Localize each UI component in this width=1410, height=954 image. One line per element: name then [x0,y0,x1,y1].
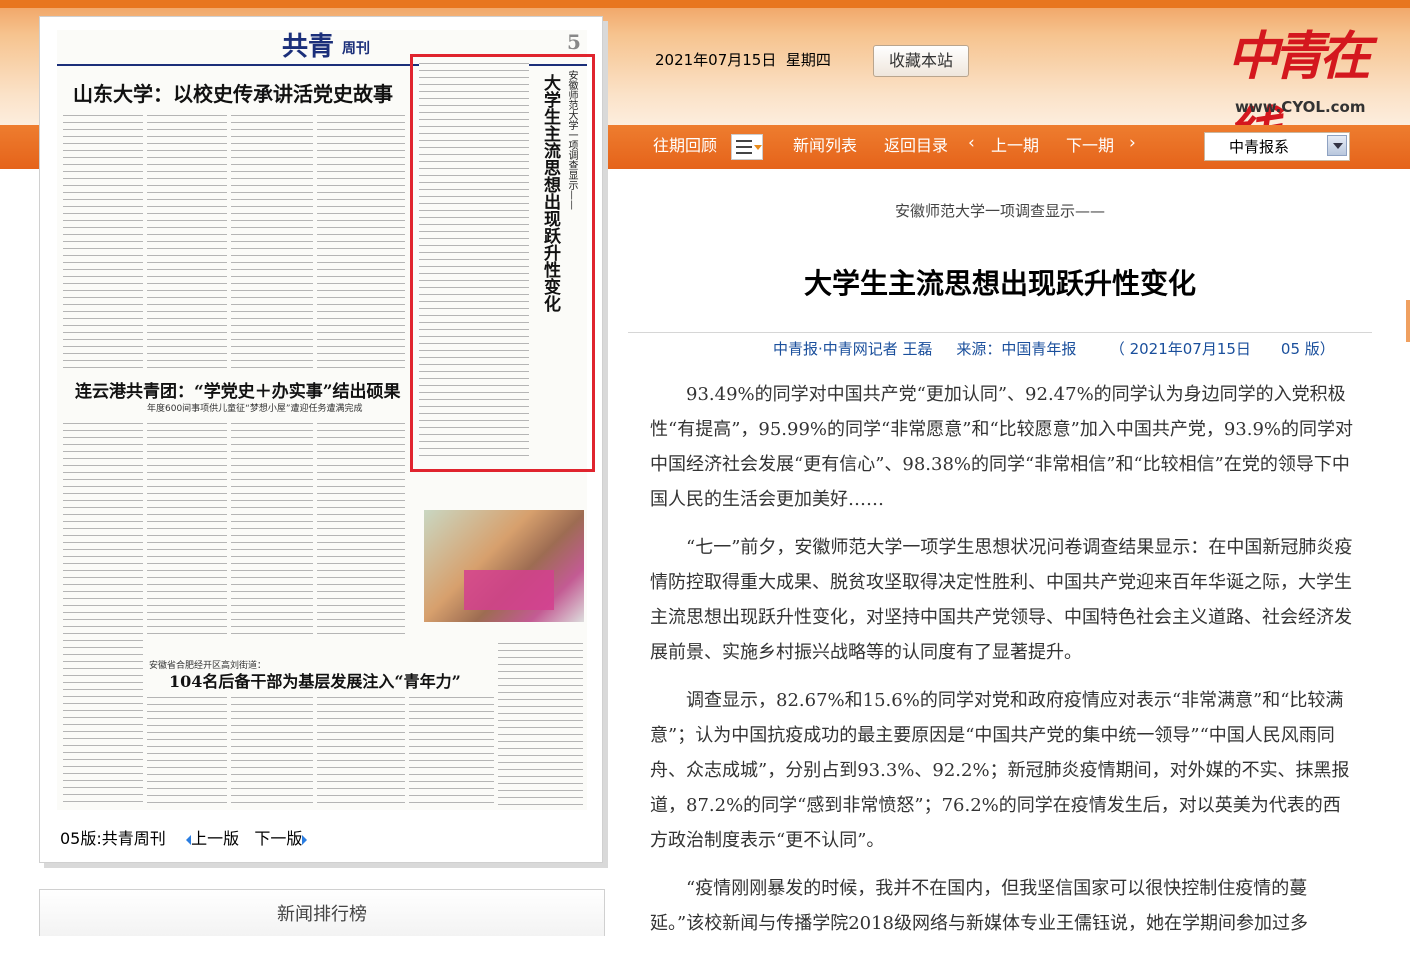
text-column [147,694,227,805]
news-ranking-box: 新闻排行榜 [39,889,605,936]
article-paragraph: 调查显示，82.67%和15.6%的同学对党和政府疫情应对表示“非常满意”和“比… [650,690,1350,851]
list-menu-icon[interactable] [731,134,763,160]
logo-url: www.CYOL.com [1235,98,1366,116]
meta-divider [628,332,1372,333]
text-column [63,112,143,372]
article-title: 大学生主流思想出现跃升性变化 [803,267,1196,300]
text-column [231,112,313,372]
cyol-logo[interactable]: 中青在线 www.CYOL.com [1225,14,1371,162]
text-column [63,420,143,640]
next-page-link[interactable]: 下一版 [254,829,302,848]
selected-article-highlight[interactable] [410,54,595,472]
headline-hefei: 104名后备干部为基层发展注入“青年力” [169,672,461,691]
text-column [498,640,583,805]
prev-page-link[interactable]: 上一版 [191,829,239,848]
text-column [409,694,494,805]
scroll-indicator[interactable] [1406,300,1410,342]
text-column [317,420,405,640]
paper-footer: 05版:共青周刊 上一版 下一版 [60,825,308,849]
article-paragraph: “七一”前夕，安徽师范大学一项学生思想状况问卷调查结果显示：在中国新冠肺炎疫情防… [650,537,1353,663]
article-body: 93.49%的同学对中国共产党“更加认同”、92.47%的同学认为身边同学的入党… [650,377,1355,954]
ranking-title: 新闻排行榜 [277,904,367,925]
news-photo [424,510,584,622]
article-source: 来源：中国青年报 [956,340,1077,358]
masthead: 共青 [282,32,335,62]
text-column [147,420,227,640]
header-top-bar [0,0,1410,8]
article-date-edition: （ 2021年07月15日 05 版） [1109,340,1335,358]
date-text: 2021年07月15日 [655,51,777,69]
nav-next-issue[interactable]: 下一期 [1066,136,1114,156]
date-display: 2021年07月15日 星期四 [655,49,831,70]
headline-lianyungang-sub: 年度600间事项供儿童征“梦想小屋”遭迎任务遭满完成 [147,404,363,414]
chevron-right-icon: › [1129,133,1136,153]
headline-lianyungang: 连云港共青团：“学党史＋办实事”结出硕果 [75,382,401,402]
newspaper-select[interactable]: 中青报系 [1204,132,1350,161]
article-kicker: 安徽师范大学一项调查显示—— [894,202,1105,220]
photo-carpet [464,570,554,610]
headline-shandong: 山东大学：以校史传承讲活党史故事 [73,82,393,106]
nav-past-issues[interactable]: 往期回顾 [653,136,717,156]
text-column [147,112,227,372]
text-column [63,630,143,805]
next-arrow-icon [302,834,308,845]
chevron-down-icon[interactable] [1327,135,1347,156]
article-meta: 中青报·中青网记者 王磊 来源：中国青年报 （ 2021年07月15日 05 版… [773,338,1335,359]
page-number: 5 [567,30,581,54]
text-column [231,420,313,640]
article-paragraph: 93.49%的同学对中国共产党“更加认同”、92.47%的同学认为身边同学的入党… [650,384,1354,510]
edition-label: 05版:共青周刊 [60,829,166,848]
weekday-text: 星期四 [785,51,831,69]
article-paragraph: “疫情刚刚暴发的时候，我并不在国内，但我坚信国家可以很快控制住疫情的蔓延。”该校… [650,878,1309,934]
favorite-button[interactable]: 收藏本站 [873,45,969,77]
nav-back-index[interactable]: 返回目录 [884,136,948,156]
text-column [231,694,313,805]
article-author: 中青报·中青网记者 王磊 [773,340,933,358]
masthead-sub: 周刊 [342,41,370,57]
nav-prev-issue[interactable]: 上一期 [991,136,1039,156]
text-column [317,694,405,805]
nav-news-list[interactable]: 新闻列表 [793,136,857,156]
text-column [317,112,405,372]
select-value: 中青报系 [1229,138,1290,156]
chevron-left-icon: ‹ [968,133,975,153]
